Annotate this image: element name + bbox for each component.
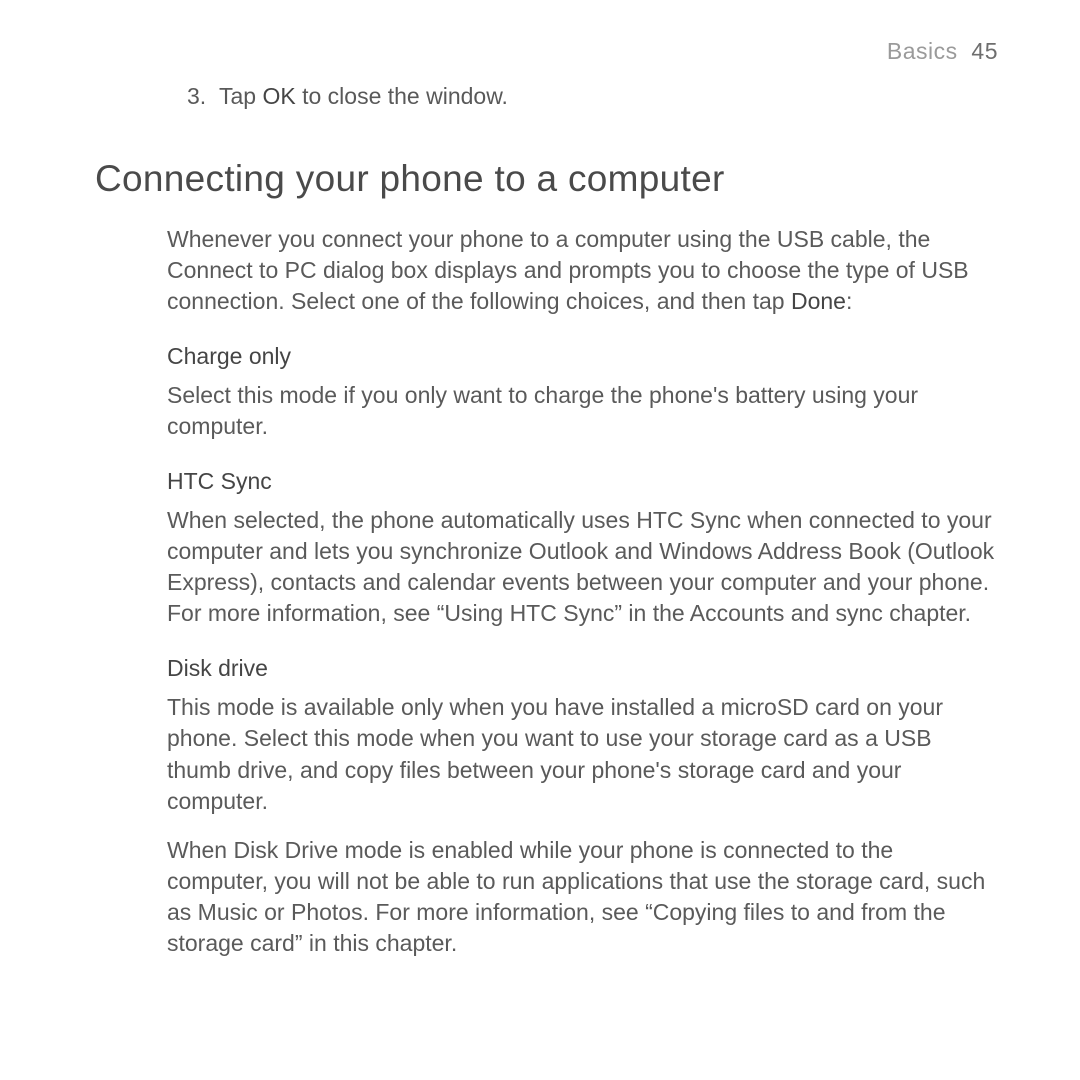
para-disk-drive-1: This mode is available only when you hav…: [167, 692, 998, 816]
section-htc-sync: HTC Sync When selected, the phone automa…: [167, 468, 998, 629]
section-title: Connecting your phone to a computer: [95, 158, 998, 200]
intro-post: :: [846, 288, 852, 314]
step-text-bold: OK: [262, 83, 295, 109]
intro-bold: Done: [791, 288, 846, 314]
header-page-number: 45: [971, 38, 998, 64]
heading-htc-sync: HTC Sync: [167, 468, 998, 495]
section-disk-drive: Disk drive This mode is available only w…: [167, 655, 998, 958]
step-3-line: 3. Tap OK to close the window.: [187, 83, 998, 110]
step-number: 3.: [187, 83, 213, 110]
para-htc-sync: When selected, the phone automatically u…: [167, 505, 998, 629]
header-section: Basics: [887, 38, 958, 64]
heading-charge-only: Charge only: [167, 343, 998, 370]
running-header: Basics 45: [95, 38, 998, 65]
heading-disk-drive: Disk drive: [167, 655, 998, 682]
body-content: Whenever you connect your phone to a com…: [167, 224, 998, 959]
step-text-pre: Tap: [219, 83, 262, 109]
step-text-post: to close the window.: [296, 83, 508, 109]
para-disk-drive-2: When Disk Drive mode is enabled while yo…: [167, 835, 998, 959]
page: Basics 45 3. Tap OK to close the window.…: [0, 0, 1080, 1080]
section-charge-only: Charge only Select this mode if you only…: [167, 343, 998, 442]
intro-paragraph: Whenever you connect your phone to a com…: [167, 224, 998, 317]
para-charge-only: Select this mode if you only want to cha…: [167, 380, 998, 442]
